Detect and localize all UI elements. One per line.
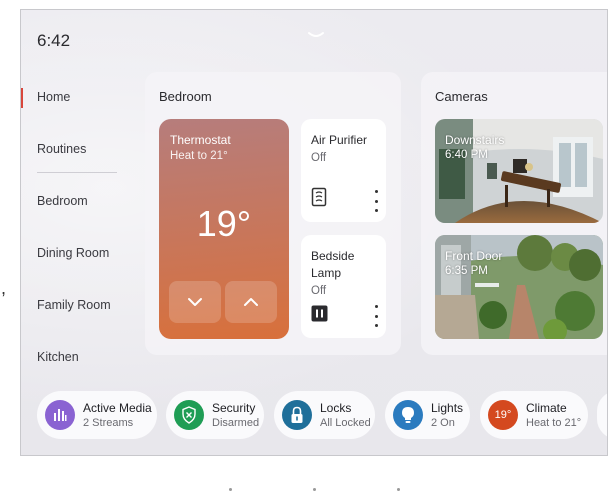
air-purifier-icon (311, 187, 327, 207)
chevron-down-icon (188, 298, 202, 306)
shortcut-subtitle: Disarmed (212, 417, 260, 429)
page-dot (313, 488, 316, 491)
shortcut-subtitle: 2 On (431, 417, 455, 429)
thermostat-name: Thermostat (170, 133, 231, 147)
camera-feed-front-door[interactable]: Front Door 6:35 PM (435, 235, 603, 339)
chevron-up-icon (244, 298, 258, 306)
shortcut-subtitle: Heat to 21° (526, 417, 582, 429)
sidebar-item-bedroom[interactable]: Bedroom (37, 194, 88, 208)
thermostat-status: Heat to 21° (170, 150, 228, 162)
sidebar-item-home[interactable]: Home (37, 90, 70, 104)
bedroom-title: Bedroom (159, 89, 212, 104)
temperature-down-button[interactable] (169, 281, 221, 323)
audio-bars-icon (45, 400, 75, 430)
shortcut-subtitle: All Locked (320, 417, 371, 429)
lamp-more-button[interactable] (372, 305, 380, 327)
shield-icon (174, 400, 204, 430)
sidebar-item-kitchen[interactable]: Kitchen (37, 350, 79, 364)
shortcut-title: Security (212, 401, 256, 415)
camera-time-downstairs: 6:40 PM (445, 149, 488, 161)
page-dot (229, 488, 232, 491)
page-dot (397, 488, 400, 491)
camera-feed-downstairs[interactable]: Downstairs 6:40 PM (435, 119, 603, 223)
lamp-name-line1: Bedside (311, 249, 355, 263)
cameras-title: Cameras (435, 89, 488, 104)
sidebar-divider (37, 172, 117, 173)
air-purifier-more-button[interactable] (372, 190, 380, 212)
sidebar-item-family-room[interactable]: Family Room (37, 298, 111, 312)
shortcut-partial[interactable] (597, 391, 607, 439)
stray-mark: , (1, 278, 7, 298)
air-purifier-name: Air Purifier (311, 133, 368, 147)
camera-name-front-door: Front Door (445, 249, 503, 263)
shortcut-subtitle: 2 Streams (83, 417, 134, 429)
shortcut-security[interactable]: Security Disarmed (166, 391, 264, 439)
shortcut-locks[interactable]: Locks All Locked (274, 391, 375, 439)
clock: 6:42 (37, 31, 71, 50)
camera-name-downstairs: Downstairs (445, 133, 505, 147)
chevron-down-icon[interactable] (305, 30, 327, 42)
nav-selected-indicator (21, 88, 23, 108)
shortcut-active-media[interactable]: Active Media 2 Streams (37, 391, 157, 439)
thermostat-temperature: 19° (196, 203, 252, 244)
shortcut-title: Locks (320, 401, 352, 415)
shortcut-title: Active Media (83, 401, 152, 415)
echo-show-screen: 6:42 Home Routines Bedroom Dining Room F… (20, 9, 608, 456)
camera-time-front-door: 6:35 PM (445, 265, 488, 277)
sidebar-item-dining-room[interactable]: Dining Room (37, 246, 109, 260)
shortcut-climate[interactable]: 19° Climate Heat to 21° (480, 391, 588, 439)
bulb-icon (393, 400, 423, 430)
shortcut-title: Lights (431, 401, 464, 415)
air-purifier-status: Off (311, 152, 327, 164)
lamp-status: Off (311, 285, 327, 297)
climate-icon: 19° (488, 400, 518, 430)
shortcut-title: Climate (526, 401, 567, 415)
sidebar-item-routines[interactable]: Routines (37, 142, 86, 156)
lock-icon (282, 400, 312, 430)
shortcut-lights[interactable]: Lights 2 On (385, 391, 470, 439)
lamp-name-line2: Lamp (311, 266, 342, 280)
thermostat-card[interactable]: Thermostat Heat to 21° 19° (159, 119, 289, 339)
page: , 6:42 Home Routines Bedroom Dining Room… (0, 0, 613, 503)
temperature-up-button[interactable] (225, 281, 277, 323)
plug-icon (311, 305, 328, 322)
bedside-lamp-card[interactable]: Bedside Lamp Off (301, 235, 386, 338)
air-purifier-card[interactable]: Air Purifier Off (301, 119, 386, 222)
